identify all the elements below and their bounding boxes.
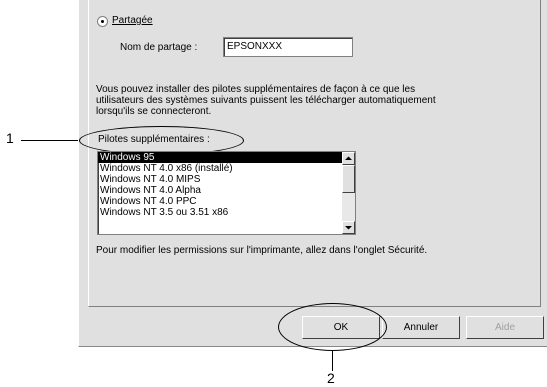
scroll-down-button[interactable] <box>342 221 355 234</box>
arrow-up-icon <box>345 156 352 160</box>
list-item[interactable]: Windows NT 4.0 PPC <box>98 196 355 207</box>
list-item[interactable]: Windows 95 <box>98 152 355 163</box>
callout-line-2 <box>332 350 333 371</box>
permissions-text: Pour modifier les permissions sur l'impr… <box>96 245 428 256</box>
callout-ellipse-2 <box>278 303 387 351</box>
list-item[interactable]: Windows NT 4.0 Alpha <box>98 185 355 196</box>
sharing-tab-panel: Partagée Nom de partage : EPSONXXX Vous … <box>79 0 541 307</box>
arrow-down-icon <box>345 226 352 230</box>
scroll-thumb[interactable] <box>342 165 355 193</box>
additional-drivers-list[interactable]: Windows 95 Windows NT 4.0 x86 (installé)… <box>97 151 356 235</box>
help-button[interactable]: Aide <box>466 316 544 339</box>
callout-number-2: 2 <box>327 370 335 386</box>
callout-line-1 <box>21 140 78 141</box>
printer-properties-dialog: Partagée Nom de partage : EPSONXXX Vous … <box>78 0 547 351</box>
callout-number-1: 1 <box>6 130 14 146</box>
list-item[interactable]: Windows NT 4.0 MIPS <box>98 174 355 185</box>
info-text-line-1: Vous pouvez installer des pilotes supplé… <box>96 84 416 95</box>
list-item[interactable]: Windows NT 3.5 ou 3.51 x86 <box>98 207 355 218</box>
scroll-up-button[interactable] <box>342 152 355 165</box>
share-name-input[interactable]: EPSONXXX <box>223 37 353 57</box>
shared-radio-label[interactable]: Partagée <box>112 15 153 26</box>
info-text-line-3: lorsqu'ils se connecteront. <box>96 106 212 117</box>
share-name-label: Nom de partage : <box>120 42 198 53</box>
info-text-line-2: utilisateurs des systèmes suivants puiss… <box>96 95 436 106</box>
list-item[interactable]: Windows NT 4.0 x86 (installé) <box>98 163 355 174</box>
cancel-button[interactable]: Annuler <box>382 316 460 339</box>
shared-radio-button[interactable] <box>97 16 108 27</box>
list-scrollbar[interactable] <box>342 152 355 234</box>
